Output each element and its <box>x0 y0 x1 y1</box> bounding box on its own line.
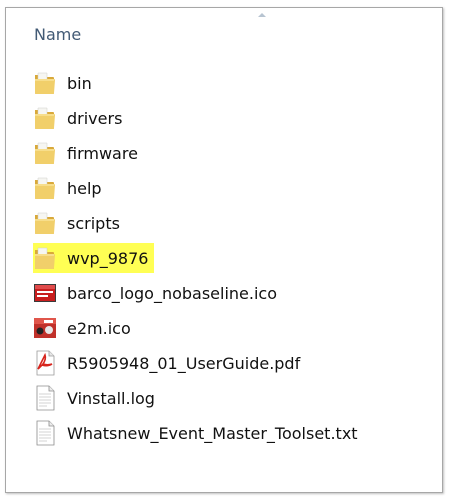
list-item-whatsnew-txt[interactable]: Whatsnew_Event_Master_Toolset.txt <box>33 418 358 448</box>
list-item-wvp-9876[interactable]: wvp_9876 <box>33 243 155 273</box>
folder-icon <box>35 72 55 94</box>
list-item-label: Vinstall.log <box>67 388 155 408</box>
file-list-window: Name bin drivers firmware help scripts w… <box>5 7 443 493</box>
list-item-label: help <box>67 178 102 198</box>
folder-icon <box>35 142 55 164</box>
list-item-label: bin <box>67 73 92 93</box>
folder-icon <box>35 212 55 234</box>
text-file-icon <box>36 385 55 411</box>
list-item-label: R5905948_01_UserGuide.pdf <box>67 353 301 373</box>
folder-icon <box>35 177 55 199</box>
list-item-scripts[interactable]: scripts <box>33 208 120 238</box>
folder-icon <box>35 247 55 269</box>
list-item-barco-logo-ico[interactable]: barco_logo_nobaseline.ico <box>33 278 277 308</box>
column-header[interactable]: Name <box>6 8 442 56</box>
folder-icon <box>35 107 55 129</box>
text-file-icon <box>36 420 55 446</box>
name-column-header[interactable]: Name <box>34 25 81 44</box>
list-item-help[interactable]: help <box>33 173 102 203</box>
list-item-label: e2m.ico <box>67 318 131 338</box>
list-item-label: firmware <box>67 143 138 163</box>
list-item-label: scripts <box>67 213 120 233</box>
list-item-drivers[interactable]: drivers <box>33 103 122 133</box>
e2m-ico-file-icon <box>34 318 56 338</box>
list-item-firmware[interactable]: firmware <box>33 138 138 168</box>
list-item-bin[interactable]: bin <box>33 68 92 98</box>
list-item-label: Whatsnew_Event_Master_Toolset.txt <box>67 423 358 443</box>
barco-logo-file-icon <box>34 284 56 302</box>
pdf-file-icon <box>36 350 55 376</box>
sort-ascending-icon <box>258 13 266 17</box>
list-item-label: drivers <box>67 108 123 128</box>
list-item-user-guide-pdf[interactable]: R5905948_01_UserGuide.pdf <box>33 348 300 378</box>
list-item-label: wvp_9876 <box>67 248 149 268</box>
list-item-vinstall-log[interactable]: Vinstall.log <box>33 383 155 413</box>
list-item-e2m-ico[interactable]: e2m.ico <box>33 313 131 343</box>
list-item-label: barco_logo_nobaseline.ico <box>67 283 278 303</box>
